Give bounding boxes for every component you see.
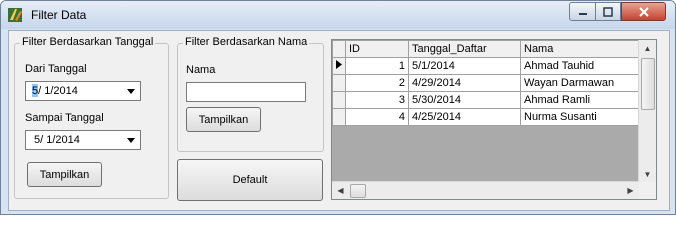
cell-id[interactable]: 1 <box>345 57 409 75</box>
column-header-tanggal-daftar[interactable]: Tanggal_Daftar <box>408 40 521 58</box>
table-row[interactable]: 3 5/30/2014 Ahmad Ramli <box>332 91 641 109</box>
vertical-scrollbar[interactable]: ▲ ▼ <box>638 40 656 183</box>
cell-tanggal-daftar[interactable]: 5/30/2014 <box>408 91 521 109</box>
row-header[interactable] <box>332 91 346 109</box>
name-show-button[interactable]: Tampilkan <box>186 107 261 132</box>
cell-nama[interactable]: Ahmad Ramli <box>520 91 641 109</box>
minimize-icon <box>578 12 587 15</box>
grid-corner-header <box>332 40 346 58</box>
client-area: Filter Berdasarkan Tanggal Dari Tanggal … <box>8 30 670 211</box>
cell-tanggal-daftar[interactable]: 4/25/2014 <box>408 108 521 126</box>
maximize-button[interactable] <box>595 2 621 21</box>
app-icon <box>8 8 22 22</box>
grid-header-row: ID Tanggal_Daftar Nama <box>332 40 641 58</box>
close-icon <box>638 6 649 17</box>
filter-date-group: Filter Berdasarkan Tanggal Dari Tanggal … <box>14 36 169 199</box>
scroll-left-icon[interactable]: ◀ <box>332 182 349 199</box>
cell-id[interactable]: 4 <box>345 108 409 126</box>
cell-nama[interactable]: Wayan Darmawan <box>520 74 641 92</box>
row-header[interactable] <box>332 108 346 126</box>
name-input[interactable] <box>186 82 306 102</box>
table-row[interactable]: 4 4/25/2014 Nurma Susanti <box>332 108 641 126</box>
table-row[interactable]: 1 5/1/2014 Ahmad Tauhid <box>332 57 641 75</box>
cell-nama[interactable]: Nurma Susanti <box>520 108 641 126</box>
filter-name-legend: Filter Berdasarkan Nama <box>183 36 310 48</box>
minimize-button[interactable] <box>569 2 596 21</box>
column-header-id[interactable]: ID <box>345 40 409 58</box>
name-label: Nama <box>186 64 216 76</box>
filter-name-group: Filter Berdasarkan Nama Nama Tampilkan <box>177 36 324 152</box>
data-grid-table: ID Tanggal_Daftar Nama 1 5/1/2014 Ahmad … <box>332 40 641 126</box>
data-grid[interactable]: ID Tanggal_Daftar Nama 1 5/1/2014 Ahmad … <box>331 39 657 200</box>
close-button[interactable] <box>621 2 666 21</box>
from-date-label: Dari Tanggal <box>25 63 87 75</box>
horizontal-scrollbar[interactable]: ◀ ▶ <box>332 181 639 199</box>
cell-tanggal-daftar[interactable]: 5/1/2014 <box>408 57 521 75</box>
scroll-right-icon[interactable]: ▶ <box>622 182 639 199</box>
horizontal-scroll-thumb[interactable] <box>350 184 366 198</box>
window-title: Filter Data <box>31 8 87 22</box>
cell-id[interactable]: 3 <box>345 91 409 109</box>
scroll-down-icon[interactable]: ▼ <box>639 166 656 183</box>
scroll-up-icon[interactable]: ▲ <box>639 40 656 57</box>
date-show-button[interactable]: Tampilkan <box>27 162 102 187</box>
chevron-down-icon[interactable] <box>123 83 139 99</box>
row-pointer-icon <box>336 60 342 69</box>
filter-date-legend: Filter Berdasarkan Tanggal <box>20 36 156 48</box>
maximize-icon <box>603 6 613 17</box>
table-row[interactable]: 2 4/29/2014 Wayan Darmawan <box>332 74 641 92</box>
to-date-picker[interactable]: 5/ 1/2014 <box>25 130 141 150</box>
main-window: Filter Data Filter Berdasarkan Tanggal D… <box>0 0 676 215</box>
cell-id[interactable]: 2 <box>345 74 409 92</box>
row-header[interactable] <box>332 57 346 75</box>
scrollbar-corner <box>639 182 656 199</box>
to-date-value: 5/ 1/2014 <box>34 134 80 146</box>
cell-nama[interactable]: Ahmad Tauhid <box>520 57 641 75</box>
chevron-down-icon[interactable] <box>123 132 139 148</box>
default-button[interactable]: Default <box>177 159 323 201</box>
from-date-value: 5/ 1/2014 <box>32 85 78 97</box>
title-bar[interactable]: Filter Data <box>1 1 675 29</box>
from-date-picker[interactable]: 5/ 1/2014 <box>25 81 141 101</box>
to-date-label: Sampai Tanggal <box>25 112 104 124</box>
row-header[interactable] <box>332 74 346 92</box>
vertical-scroll-thumb[interactable] <box>641 58 655 110</box>
column-header-nama[interactable]: Nama <box>520 40 641 58</box>
cell-tanggal-daftar[interactable]: 4/29/2014 <box>408 74 521 92</box>
